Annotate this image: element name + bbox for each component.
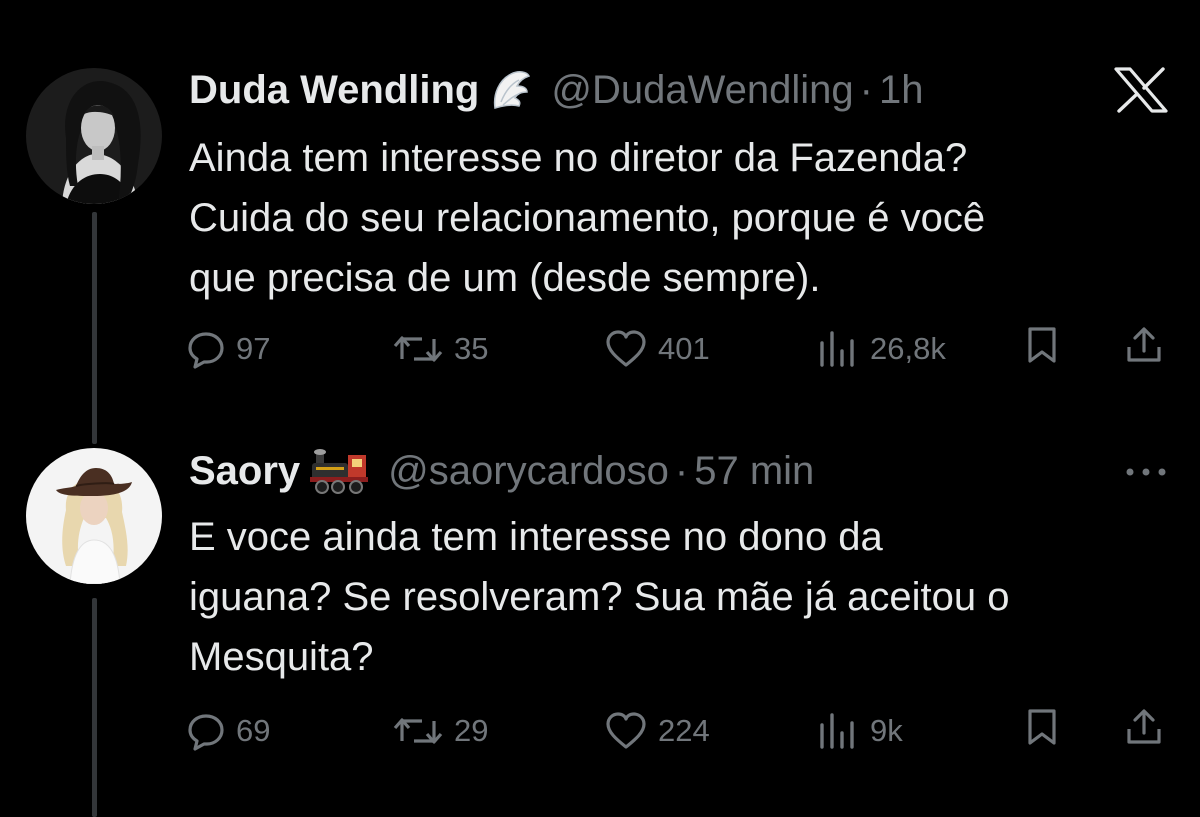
reply-button[interactable]: 97 xyxy=(186,325,270,373)
avatar[interactable] xyxy=(26,68,162,204)
steam-locomotive-emoji-icon xyxy=(310,447,369,495)
repost-button[interactable]: 35 xyxy=(392,325,488,373)
display-name[interactable]: Duda Wendling xyxy=(189,66,479,114)
repost-arrows-icon xyxy=(393,336,443,362)
bookmark-button[interactable] xyxy=(1024,325,1070,365)
repost-count: 35 xyxy=(454,331,489,366)
like-count: 401 xyxy=(658,331,710,366)
tweet-text-line: Ainda tem interesse no diretor da Fazend… xyxy=(189,136,968,180)
reply-count: 97 xyxy=(236,331,271,366)
like-count: 224 xyxy=(658,713,710,748)
repost-count: 29 xyxy=(454,713,489,748)
repost-arrows-icon xyxy=(393,718,443,744)
view-count: 26,8k xyxy=(870,331,946,366)
reply-count: 69 xyxy=(236,713,271,748)
timestamp[interactable]: 1h xyxy=(879,66,924,114)
bookmark-button[interactable] xyxy=(1024,707,1070,747)
tweet-text: Ainda tem interesse no diretor da Fazend… xyxy=(189,128,1149,308)
share-upload-icon xyxy=(1127,709,1161,744)
tweet-actions: 69 29 224 9k xyxy=(186,707,1176,755)
tweet-text-line: Mesquita? xyxy=(189,635,374,679)
reply-button[interactable]: 69 xyxy=(186,707,270,755)
bookmark-icon xyxy=(1028,709,1056,745)
repost-button[interactable]: 29 xyxy=(392,707,488,755)
angel-wing-emoji-icon xyxy=(489,68,531,112)
handle[interactable]: @saorycardoso xyxy=(388,447,669,495)
views-button[interactable]: 9k xyxy=(816,707,903,755)
tweet-text-line: Cuida do seu relacionamento, porque é vo… xyxy=(189,196,986,240)
speech-bubble-icon xyxy=(188,332,224,369)
tweet-actions: 97 35 401 26,8k xyxy=(186,325,1176,373)
more-dots-icon[interactable] xyxy=(1124,466,1168,478)
share-button[interactable] xyxy=(1124,707,1174,747)
separator-dot: · xyxy=(859,68,873,112)
tweet-text-line: E voce ainda tem interesse no dono da xyxy=(189,515,883,559)
like-button[interactable]: 401 xyxy=(604,325,710,373)
timestamp[interactable]: 57 min xyxy=(694,447,814,495)
x-logo-icon[interactable] xyxy=(1113,67,1169,113)
share-upload-icon xyxy=(1127,327,1161,362)
separator-dot: · xyxy=(674,449,689,493)
avatar[interactable] xyxy=(26,448,162,584)
thread-line xyxy=(92,212,97,444)
like-button[interactable]: 224 xyxy=(604,707,710,755)
heart-icon xyxy=(606,712,646,749)
thread-line xyxy=(92,598,97,817)
tweet-text-line: iguana? Se resolveram? Sua mãe já aceito… xyxy=(189,575,1010,619)
bookmark-icon xyxy=(1028,327,1056,363)
speech-bubble-icon xyxy=(188,714,224,751)
share-button[interactable] xyxy=(1124,325,1174,365)
view-count: 9k xyxy=(870,713,903,748)
heart-icon xyxy=(606,330,646,367)
tweet-header: Duda Wendling @DudaWendling · 1h xyxy=(189,66,923,114)
tweet-text: E voce ainda tem interesse no dono da ig… xyxy=(189,507,1149,687)
handle[interactable]: @DudaWendling xyxy=(551,66,853,114)
bar-chart-icon xyxy=(820,713,854,749)
views-button[interactable]: 26,8k xyxy=(816,325,946,373)
bar-chart-icon xyxy=(820,331,854,367)
tweet-header: Saory @saorycardoso · 57 min xyxy=(189,447,814,495)
tweet-text-line: que precisa de um (desde sempre). xyxy=(189,256,821,300)
display-name[interactable]: Saory xyxy=(189,447,300,495)
